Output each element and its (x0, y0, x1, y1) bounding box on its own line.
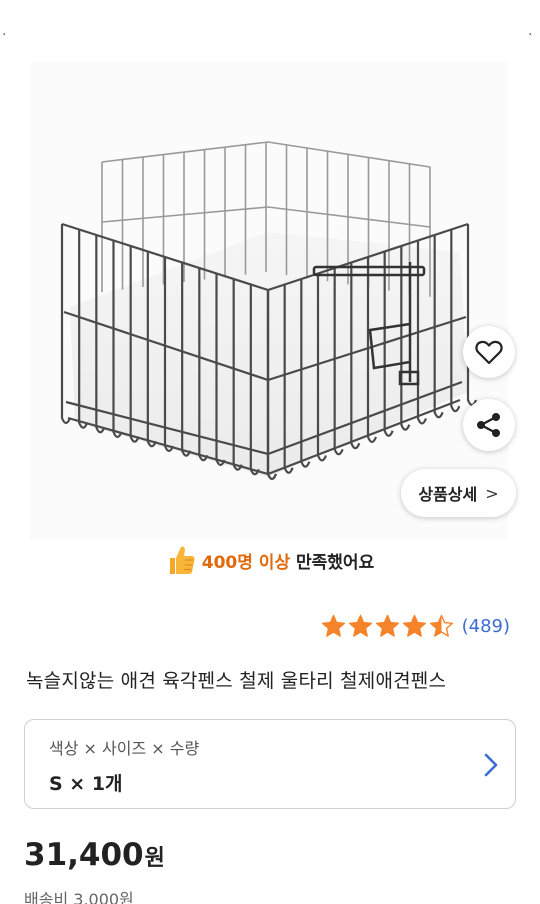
star-icon (429, 614, 453, 637)
star-rating (321, 614, 454, 639)
status-dot-left: . (2, 23, 7, 39)
price: 31,400원 (24, 837, 165, 873)
option-label: 색상 × 사이즈 × 수량 (49, 739, 200, 758)
heart-outline-icon (475, 340, 503, 365)
product-title: 녹슬지않는 애견 육각펜스 철제 울타리 철제애견펜스 (26, 670, 447, 692)
star-icon (321, 614, 345, 637)
share-icon (477, 413, 500, 437)
star-icon (402, 614, 426, 637)
star-icon (375, 614, 399, 637)
chevron-right-icon: > (485, 483, 499, 503)
rating-summary[interactable]: (489) (321, 612, 510, 640)
thumbs-up-icon (169, 546, 195, 574)
price-amount: 31,400 (24, 837, 144, 873)
price-unit: 원 (144, 846, 165, 871)
product-detail-label: 상품상세 (418, 485, 478, 504)
satisfaction-count: 400명 이상 (201, 552, 291, 573)
chevron-right-icon (484, 753, 498, 777)
satisfaction-banner: 400명 이상 만족했어요 (0, 542, 540, 578)
review-count[interactable]: (489) (462, 616, 510, 637)
satisfaction-text: 만족했어요 (290, 552, 375, 573)
status-dot-right: . (528, 23, 533, 39)
share-button[interactable] (463, 399, 515, 451)
option-value: S × 1개 (49, 773, 123, 795)
star-icon (348, 614, 372, 637)
wishlist-button[interactable] (463, 326, 515, 378)
shipping-fee: 배송비 3,000원 (24, 890, 134, 904)
option-selector[interactable]: 색상 × 사이즈 × 수량 S × 1개 (24, 719, 516, 809)
product-detail-button[interactable]: 상품상세 > (401, 469, 516, 517)
